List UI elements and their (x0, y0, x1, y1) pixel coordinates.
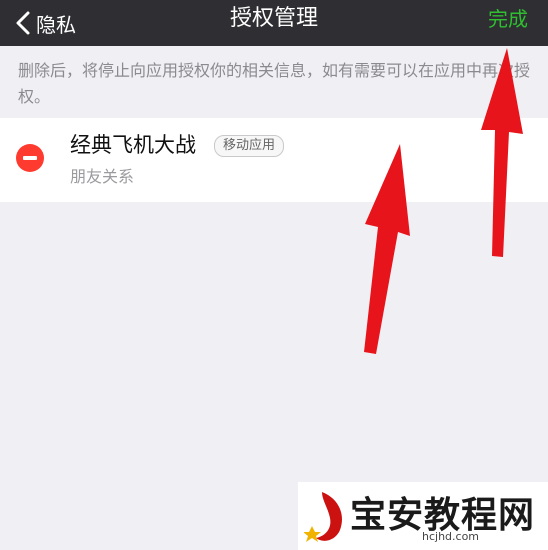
watermark-url: hcjhd.com (422, 530, 480, 543)
annotation-arrows (364, 48, 523, 354)
site-logo-icon (304, 492, 342, 542)
red-arrow-icon (364, 144, 410, 354)
red-arrow-icon (481, 48, 523, 257)
watermark: 宝安教程网 hcjhd.com (298, 482, 548, 550)
